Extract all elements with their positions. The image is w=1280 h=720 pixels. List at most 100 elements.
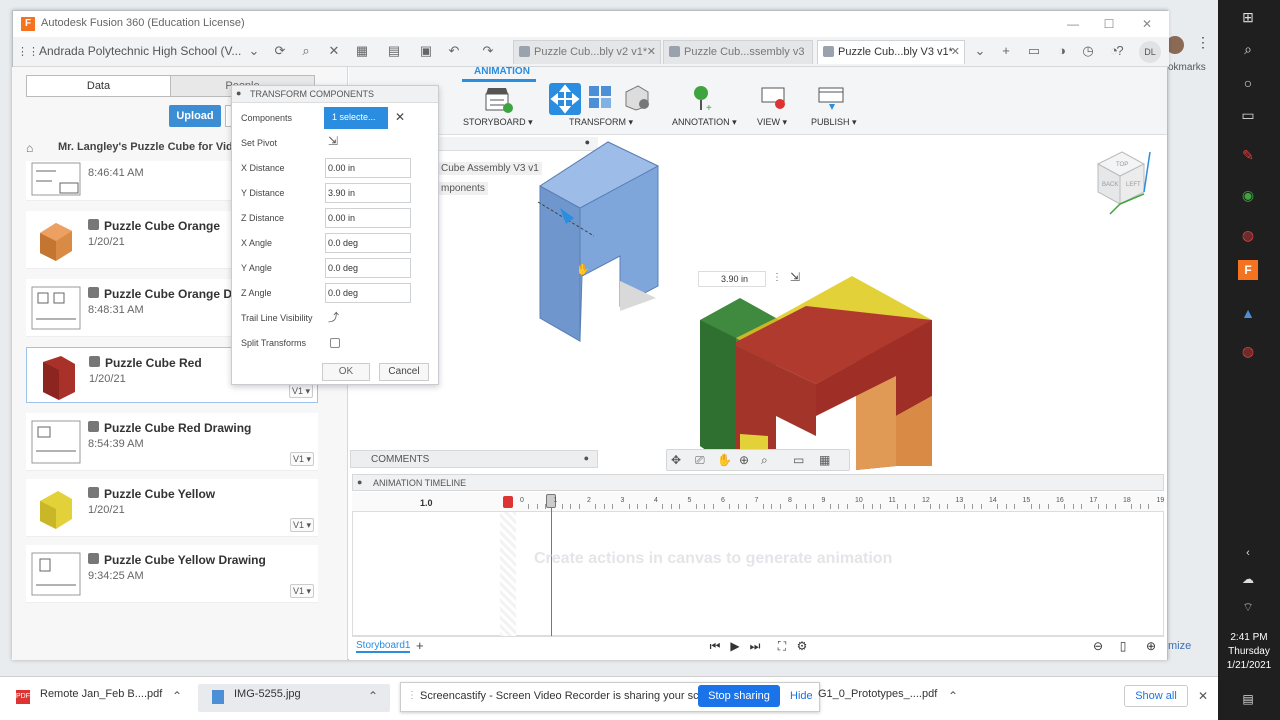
onedrive-icon[interactable]: ☁ bbox=[1234, 566, 1262, 592]
view-icon[interactable] bbox=[760, 84, 788, 115]
new-tab-icon[interactable]: + bbox=[997, 42, 1015, 60]
pan-icon[interactable]: ✋ bbox=[717, 453, 732, 467]
chevron-up-icon[interactable]: ⌃ bbox=[368, 689, 378, 703]
job-status-icon[interactable]: ◷ bbox=[1079, 42, 1097, 60]
z-angle-input[interactable]: 0.0 deg bbox=[325, 283, 411, 303]
grid-settings-icon[interactable]: ▦ bbox=[819, 453, 830, 467]
tab-storyboard1[interactable]: Storyboard1 bbox=[356, 640, 411, 653]
publish-menu[interactable]: PUBLISH ▾ bbox=[811, 117, 857, 128]
search-icon[interactable]: ⌕ bbox=[297, 42, 315, 60]
fit-timeline-icon[interactable]: ⛶ bbox=[774, 638, 790, 654]
bookmarks-label[interactable]: okmarks bbox=[1168, 62, 1218, 80]
search-icon[interactable]: ⌕ bbox=[1234, 36, 1262, 62]
tab-data[interactable]: Data bbox=[26, 75, 171, 97]
download-item[interactable]: Remote Jan_Feb B....pdf bbox=[40, 688, 162, 708]
extensions-icon[interactable]: ◑ bbox=[1053, 42, 1071, 60]
y-angle-input[interactable]: 0.0 deg bbox=[325, 258, 411, 278]
chevron-left-icon[interactable]: ‹ bbox=[1234, 540, 1262, 566]
zoom-in-timeline-icon[interactable]: ⊕ bbox=[1143, 638, 1159, 654]
ok-button[interactable]: OK bbox=[322, 363, 370, 381]
collapse-dialog-icon[interactable]: ● bbox=[236, 88, 241, 98]
clock-time[interactable]: 2:41 PM bbox=[1226, 632, 1272, 643]
tab-overflow-icon[interactable]: ⌄ bbox=[971, 42, 989, 60]
trail-line-icon[interactable]: ⤴ bbox=[328, 309, 339, 325]
close-icon[interactable]: ✕ bbox=[325, 42, 343, 60]
clear-selection-icon[interactable]: ✕ bbox=[395, 110, 405, 124]
redo-icon[interactable]: ↷ bbox=[479, 42, 497, 60]
close-window-button[interactable]: ✕ bbox=[1135, 15, 1159, 33]
hide-button[interactable]: Hide bbox=[790, 690, 813, 702]
timeline-settings-icon[interactable]: ⚙ bbox=[794, 638, 810, 654]
chevron-up-icon[interactable]: ⌃ bbox=[172, 689, 182, 703]
clock-day[interactable]: Thursday bbox=[1222, 646, 1276, 657]
animation-timeline-header[interactable]: ● ANIMATION TIMELINE bbox=[352, 474, 1164, 491]
grid-menu-icon[interactable]: ▦ bbox=[353, 42, 371, 60]
task-view-icon[interactable]: ▭ bbox=[1234, 102, 1262, 128]
upload-button[interactable]: Upload bbox=[169, 105, 221, 127]
browser-menu-icon[interactable]: ⋮ bbox=[1196, 34, 1210, 54]
chevron-up-icon[interactable]: ⌃ bbox=[948, 689, 958, 703]
explode-icon[interactable] bbox=[587, 84, 615, 115]
selected-component[interactable] bbox=[520, 136, 680, 354]
help-icon[interactable]: ? bbox=[1111, 42, 1129, 60]
version-badge[interactable]: V1 ▾ bbox=[289, 384, 313, 398]
go-to-end-icon[interactable]: ⏭ bbox=[747, 638, 763, 654]
tab-document-2[interactable]: Puzzle Cub...ssembly v3 bbox=[663, 40, 813, 64]
x-angle-input[interactable]: 0.0 deg bbox=[325, 233, 411, 253]
list-item[interactable]: Puzzle Cube Red Drawing 8:54:39 AM V1 ▾ bbox=[26, 413, 318, 471]
windows-start-icon[interactable]: ⊞ bbox=[1234, 4, 1262, 30]
close-downloads-icon[interactable]: ✕ bbox=[1198, 689, 1208, 703]
version-badge[interactable]: V1 ▾ bbox=[290, 452, 314, 466]
breadcrumb[interactable]: Mr. Langley's Puzzle Cube for Video bbox=[58, 141, 246, 153]
download-item[interactable]: IMG-5255.jpg bbox=[234, 688, 301, 708]
zoom-icon[interactable]: ⊕ bbox=[739, 453, 749, 467]
minimize-window-button[interactable]: — bbox=[1061, 15, 1085, 33]
comments-add-icon[interactable]: ● bbox=[584, 453, 589, 463]
tab-document-1[interactable]: Puzzle Cub...bly v2 v1* ✕ bbox=[513, 40, 661, 64]
browser-components-node[interactable]: mponents bbox=[438, 182, 488, 195]
cancel-button[interactable]: Cancel bbox=[379, 363, 429, 381]
version-badge[interactable]: V1 ▾ bbox=[290, 518, 314, 532]
callout-icon[interactable]: + bbox=[690, 84, 716, 115]
download-item[interactable]: G1_0_Prototypes_....pdf bbox=[818, 688, 937, 708]
list-item[interactable]: Puzzle Cube Yellow Drawing 9:34:25 AM V1… bbox=[26, 545, 318, 603]
close-tab-icon[interactable]: ✕ bbox=[647, 45, 656, 58]
save-icon[interactable]: ▣ bbox=[417, 42, 435, 60]
app-icon[interactable]: ◉ bbox=[1234, 182, 1262, 208]
photos-icon[interactable]: ▲ bbox=[1234, 300, 1262, 326]
file-menu-icon[interactable]: ▤ bbox=[385, 42, 403, 60]
team-selector[interactable]: Andrada Polytechnic High School (V... bbox=[39, 44, 241, 58]
undo-icon[interactable]: ↶ bbox=[445, 42, 463, 60]
chrome-icon[interactable]: ◍ bbox=[1234, 222, 1262, 248]
workspace-tab[interactable]: ANIMATION bbox=[474, 66, 530, 80]
publish-video-icon[interactable] bbox=[817, 84, 847, 115]
fusion-taskbar-icon[interactable]: F bbox=[1238, 260, 1258, 280]
home-icon[interactable]: ⌂ bbox=[26, 141, 33, 155]
cortana-icon[interactable]: ○ bbox=[1234, 70, 1262, 96]
tab-document-3[interactable]: Puzzle Cub...bly V3 v1* ✕ bbox=[817, 40, 965, 64]
orbit-icon[interactable]: ✥ bbox=[671, 453, 681, 467]
play-icon[interactable]: ▶ bbox=[727, 638, 743, 654]
zoom-fit-timeline-icon[interactable]: ▯ bbox=[1115, 638, 1131, 654]
dialog-header[interactable]: ● TRANSFORM COMPONENTS bbox=[232, 86, 438, 103]
chevron-down-icon[interactable]: ⌄ bbox=[245, 42, 263, 60]
comments-bar[interactable]: COMMENTS ● bbox=[350, 450, 598, 468]
look-at-icon[interactable]: ⎚ bbox=[695, 453, 705, 468]
go-to-start-icon[interactable]: ⏮ bbox=[707, 638, 723, 654]
close-tab-icon[interactable]: ✕ bbox=[951, 45, 960, 58]
notification-center-icon[interactable]: ▤ bbox=[1234, 686, 1262, 712]
y-distance-input[interactable]: 3.90 in bbox=[325, 183, 411, 203]
chrome-icon[interactable]: ◍ bbox=[1234, 338, 1262, 364]
viewcube[interactable]: TOP BACK LEFT bbox=[1090, 144, 1160, 223]
set-pivot-icon[interactable]: ⇲ bbox=[328, 134, 338, 148]
comment-icon[interactable]: ▭ bbox=[1025, 42, 1043, 60]
app-icon[interactable]: ✎ bbox=[1234, 142, 1262, 168]
split-transforms-checkbox[interactable] bbox=[330, 338, 340, 348]
refresh-icon[interactable]: ⟳ bbox=[271, 42, 289, 60]
zoom-out-timeline-icon[interactable]: ⊖ bbox=[1090, 638, 1106, 654]
list-item[interactable]: Puzzle Cube Yellow 1/20/21 V1 ▾ bbox=[26, 479, 318, 537]
maximize-window-button[interactable]: ☐ bbox=[1097, 15, 1121, 33]
user-avatar[interactable]: DL bbox=[1139, 41, 1161, 63]
clock-date[interactable]: 1/21/2021 bbox=[1222, 660, 1276, 671]
z-distance-input[interactable]: 0.00 in bbox=[325, 208, 411, 228]
